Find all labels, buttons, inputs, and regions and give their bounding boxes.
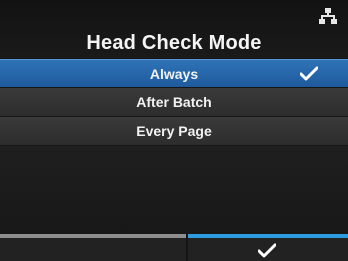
- option-after-batch[interactable]: After Batch: [0, 88, 348, 116]
- checkmark-icon: [258, 243, 276, 258]
- header: Head Check Mode: [0, 0, 348, 58]
- option-label: Every Page: [136, 123, 212, 139]
- option-label: Always: [149, 66, 199, 82]
- back-softkey[interactable]: [0, 234, 186, 261]
- network-icon: [319, 8, 337, 24]
- option-list: Always After Batch Every Page: [0, 59, 348, 146]
- page-title: Head Check Mode: [86, 32, 262, 54]
- checkmark-icon: [300, 66, 318, 81]
- empty-list-area: [0, 146, 348, 234]
- footer-softkeys: [0, 234, 348, 261]
- option-always[interactable]: Always: [0, 59, 348, 87]
- confirm-softkey[interactable]: [188, 234, 348, 261]
- option-label: After Batch: [136, 94, 212, 110]
- option-every-page[interactable]: Every Page: [0, 117, 348, 145]
- printer-screen: Head Check Mode Always After Batch Every…: [0, 0, 348, 261]
